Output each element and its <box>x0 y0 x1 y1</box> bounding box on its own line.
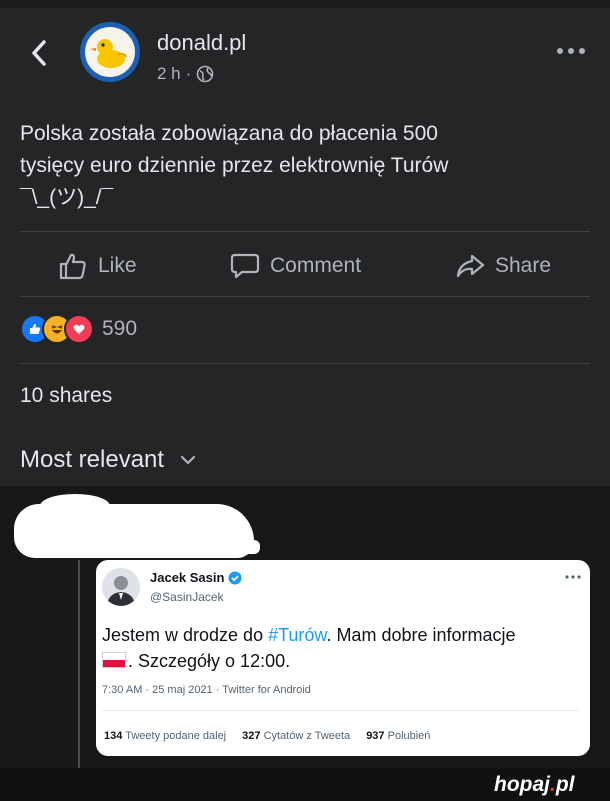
hopaj-watermark: hopaj.pl <box>494 773 575 797</box>
tweet-text-part: . Szczegóły o 12:00. <box>128 651 291 671</box>
tweet-hashtag: #Turów <box>268 625 327 645</box>
tweet-avatar <box>102 568 140 606</box>
retweets-count: 134 <box>104 730 123 742</box>
post-text-line: Polska została zobowiązana do płacenia 5… <box>20 122 438 145</box>
retweets-label: Tweety podane dalej <box>125 730 227 742</box>
post-meta: 2 h · <box>157 64 214 84</box>
tweet-retweets: 134 Tweety podane dalej <box>104 730 226 742</box>
tweet-stats: 134 Tweety podane dalej 327 Cytatów z Tw… <box>104 730 430 742</box>
like-label: Like <box>98 254 137 277</box>
reactions-summary[interactable]: 590 <box>20 314 137 344</box>
page-name[interactable]: donald.pl <box>157 30 246 56</box>
verified-badge-icon <box>228 571 242 584</box>
likes-label: Polubień <box>387 730 431 742</box>
tweet-text-part: . Mam dobre informacje <box>326 625 516 645</box>
quotes-count: 327 <box>242 730 261 742</box>
tweet-text-line2: . Szczegóły o 12:00. <box>102 648 572 674</box>
globe-icon <box>197 65 214 83</box>
shares-count[interactable]: 10 shares <box>20 384 112 408</box>
watermark-tld: pl <box>555 773 575 796</box>
chevron-down-icon <box>180 455 196 465</box>
thumbs-up-icon <box>59 253 86 280</box>
comment-label: Comment <box>270 254 362 277</box>
back-arrow-icon[interactable] <box>26 36 52 70</box>
divider <box>20 296 590 297</box>
tweet-text: Jestem w drodze do #Turów. Mam dobre inf… <box>102 622 572 674</box>
comment-thread-line <box>78 560 80 770</box>
share-label: Share <box>495 254 552 277</box>
tweet-likes: 937 Polubień <box>366 730 430 742</box>
tweet-author-label: Jacek Sasin <box>150 570 225 585</box>
duck-logo-icon <box>90 39 127 68</box>
redaction-mark <box>60 540 260 554</box>
watermark-bar: hopaj.pl <box>0 768 610 801</box>
tweet-text-part: Jestem w drodze do <box>102 625 269 645</box>
more-options-icon[interactable] <box>555 44 587 58</box>
watermark-brand: hopaj <box>494 773 550 796</box>
comments-sort-dropdown[interactable]: Most relevant <box>20 446 196 474</box>
tweet-text-line1: Jestem w drodze do #Turów. Mam dobre inf… <box>102 622 572 648</box>
page-avatar[interactable] <box>80 22 140 82</box>
likes-count: 937 <box>366 730 385 742</box>
share-arrow-icon <box>456 254 485 278</box>
tweet-screenshot: Jacek Sasin @SasinJacek Jestem w drodze … <box>96 560 590 756</box>
tweet-quotes: 327 Cytatów z Tweeta <box>242 730 350 742</box>
share-button[interactable]: Share <box>455 248 551 284</box>
comment-bubble-icon <box>230 253 260 279</box>
top-edge <box>0 0 610 8</box>
post-text: Polska została zobowiązana do płacenia 5… <box>20 118 580 214</box>
poland-flag-icon <box>102 652 126 668</box>
tweet-meta: 7:30 AM · 25 maj 2021 · Twitter for Andr… <box>102 684 311 696</box>
tweet-handle: @SasinJacek <box>150 590 224 604</box>
like-button[interactable]: Like <box>58 248 137 284</box>
divider <box>20 231 590 232</box>
tweet-more-icon <box>565 575 581 579</box>
comment-button[interactable]: Comment <box>230 248 361 284</box>
sort-label: Most relevant <box>20 446 165 473</box>
post-text-line: tysięcy euro dziennie przez elektrownię … <box>20 154 449 177</box>
tweet-author-name: Jacek Sasin <box>150 570 242 585</box>
love-reaction-icon <box>64 314 94 344</box>
reactions-count: 590 <box>102 317 138 340</box>
meta-separator: · <box>185 64 192 83</box>
quotes-label: Cytatów z Tweeta <box>263 730 351 742</box>
post-text-line: ¯\_(ツ)_/¯ <box>20 186 114 209</box>
tweet-divider <box>102 710 580 711</box>
post-time[interactable]: 2 h <box>157 64 181 84</box>
post-actions-bar: Like Comment Share <box>0 248 610 284</box>
divider <box>20 363 590 364</box>
